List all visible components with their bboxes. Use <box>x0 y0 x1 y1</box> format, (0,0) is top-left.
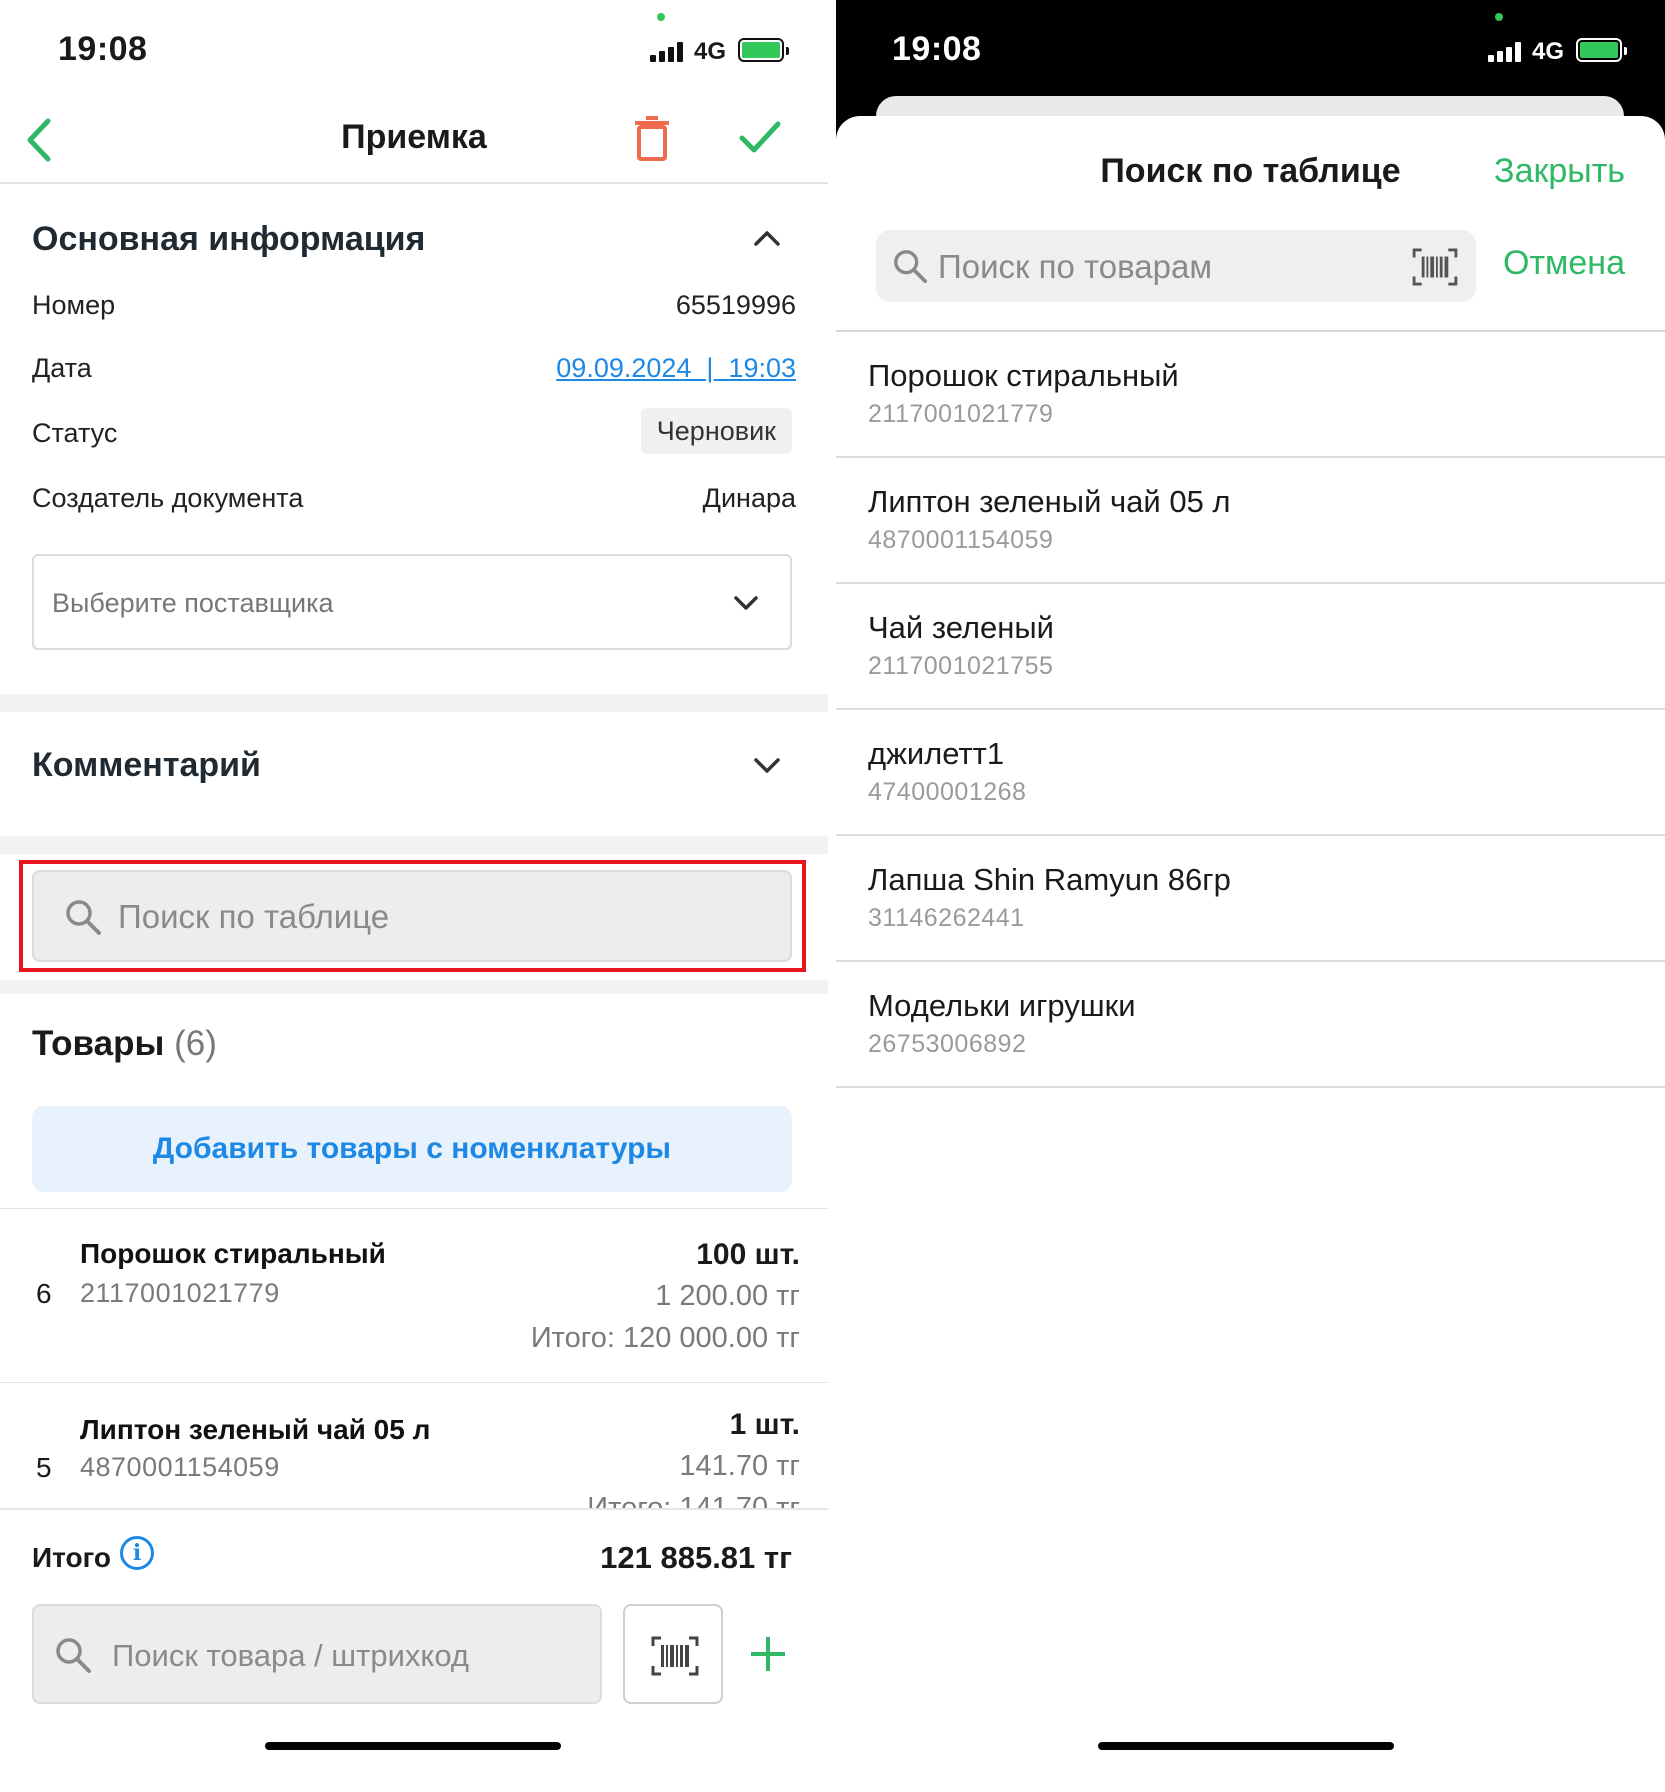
list-divider <box>0 1382 828 1383</box>
battery-icon <box>738 38 789 62</box>
sheet-search-placeholder: Поиск по товарам <box>938 248 1213 285</box>
search-icon <box>66 900 101 935</box>
result-code: 47400001268 <box>868 778 1027 806</box>
add-button[interactable] <box>748 1634 788 1674</box>
info-icon[interactable]: i <box>120 1536 154 1570</box>
result-code: 31146262441 <box>868 904 1025 932</box>
comment-title: Комментарий <box>32 746 261 784</box>
left-screen: 19:08 4G Приемка Основная информация Ном… <box>0 0 828 1792</box>
sheet-search-input[interactable]: Поиск по товарам <box>876 230 1476 302</box>
battery-icon <box>1576 38 1627 62</box>
list-item[interactable]: 5 Липтон зеленый чай 05 л 4870001154059 … <box>0 1384 828 1508</box>
goods-title: Товары <box>32 1024 165 1063</box>
table-search-input[interactable]: Поиск по таблице <box>32 870 792 962</box>
barcode-icon[interactable] <box>1412 248 1458 286</box>
status-label: Статус <box>32 418 118 448</box>
signal-icon <box>650 42 683 62</box>
supplier-select[interactable]: Выберите поставщика <box>32 554 792 650</box>
scan-barcode-button[interactable] <box>623 1604 723 1704</box>
result-name: Лапша Shin Ramyun 86гр <box>868 862 1231 897</box>
result-item[interactable]: джилетт1 47400001268 <box>836 710 1665 836</box>
home-indicator <box>265 1742 561 1750</box>
result-item[interactable]: Чай зеленый 2117001021755 <box>836 584 1665 710</box>
result-code: 2117001021779 <box>868 400 1054 428</box>
result-item[interactable]: Модельки игрушки 26753006892 <box>836 962 1665 1088</box>
creator-value: Динара <box>702 483 796 513</box>
goods-count: (6) <box>174 1024 217 1063</box>
result-item[interactable]: Порошок стиральный 2117001021779 <box>836 332 1665 458</box>
total-label: Итого <box>32 1542 111 1573</box>
check-icon <box>739 121 781 153</box>
item-total: Итого: 120 000.00 тг <box>530 1322 800 1354</box>
main-info-title: Основная информация <box>32 220 426 258</box>
search-icon <box>894 250 928 284</box>
delete-button[interactable] <box>634 116 670 162</box>
item-price: 1 200.00 тг <box>655 1280 800 1312</box>
section-gap <box>0 980 828 994</box>
item-code: 4870001154059 <box>80 1452 280 1482</box>
result-name: Модельки игрушки <box>868 988 1136 1023</box>
chevron-down-icon <box>734 596 758 610</box>
list-item[interactable]: 6 Порошок стиральный 2117001021779 100 ш… <box>0 1210 828 1382</box>
date-label: Дата <box>32 353 92 383</box>
status-time: 19:08 <box>58 30 148 68</box>
item-qty: 1 шт. <box>729 1408 800 1441</box>
table-search-placeholder: Поиск по таблице <box>118 898 390 935</box>
item-code: 2117001021779 <box>80 1278 280 1308</box>
item-index: 6 <box>36 1278 52 1309</box>
item-price: 141.70 тг <box>679 1450 800 1482</box>
trash-icon <box>635 116 669 161</box>
section-gap <box>0 836 828 854</box>
result-code: 4870001154059 <box>868 526 1054 554</box>
list-divider <box>0 1208 828 1209</box>
result-item[interactable]: Липтон зеленый чай 05 л 4870001154059 <box>836 458 1665 584</box>
result-name: Липтон зеленый чай 05 л <box>868 484 1231 519</box>
chevron-up-icon <box>754 231 780 246</box>
confirm-button[interactable] <box>738 118 782 158</box>
result-name: джилетт1 <box>868 736 1005 771</box>
cancel-button[interactable]: Отмена <box>1503 244 1625 283</box>
status-time: 19:08 <box>892 30 982 68</box>
network-label: 4G <box>1532 38 1565 65</box>
number-label: Номер <box>32 290 116 320</box>
result-item[interactable]: Лапша Shin Ramyun 86гр 31146262441 <box>836 836 1665 962</box>
product-search-input[interactable]: Поиск товара / штрихкод <box>32 1604 602 1704</box>
goods-header: Товары (6) <box>32 1024 217 1064</box>
result-name: Порошок стиральный <box>868 358 1179 393</box>
result-name: Чай зеленый <box>868 610 1054 645</box>
creator-label: Создатель документа <box>32 483 304 513</box>
supplier-placeholder: Выберите поставщика <box>52 588 334 618</box>
item-index: 5 <box>36 1452 52 1483</box>
result-code: 2117001021755 <box>868 652 1054 680</box>
item-qty: 100 шт. <box>696 1238 800 1271</box>
total-value: 121 885.81 тг <box>600 1540 792 1575</box>
mic-indicator <box>657 13 665 21</box>
barcode-icon <box>651 1636 699 1676</box>
search-icon <box>56 1638 91 1673</box>
signal-icon <box>1488 42 1521 62</box>
right-screen: 19:08 4G Поиск по таблице Закрыть Поиск … <box>836 0 1665 1792</box>
item-total: Итого: 141.70 тг <box>587 1492 800 1508</box>
date-link[interactable]: 09.09.2024 | 19:03 <box>556 353 796 384</box>
search-sheet: Поиск по таблице Закрыть Поиск по товара… <box>836 116 1665 1792</box>
section-gap <box>0 694 828 712</box>
chevron-down-icon <box>754 758 780 773</box>
screen-divider <box>828 0 836 1792</box>
number-value: 65519996 <box>675 290 796 320</box>
mic-indicator <box>1495 13 1503 21</box>
item-name: Порошок стиральный <box>80 1238 386 1269</box>
collapse-main-info-button[interactable] <box>752 224 782 250</box>
add-from-nomenclature-button[interactable]: Добавить товары с номенклатуры <box>32 1106 792 1192</box>
network-label: 4G <box>694 38 727 65</box>
result-code: 26753006892 <box>868 1030 1027 1058</box>
item-name: Липтон зеленый чай 05 л <box>80 1414 431 1445</box>
plus-icon <box>751 1637 785 1671</box>
status-badge: Черновик <box>640 408 792 454</box>
page-title: Приемка <box>341 118 487 156</box>
expand-comment-button[interactable] <box>752 752 782 778</box>
close-button[interactable]: Закрыть <box>1494 152 1625 191</box>
home-indicator <box>1098 1742 1394 1750</box>
product-search-placeholder: Поиск товара / штрихкод <box>112 1638 469 1673</box>
nav-divider <box>0 182 828 184</box>
